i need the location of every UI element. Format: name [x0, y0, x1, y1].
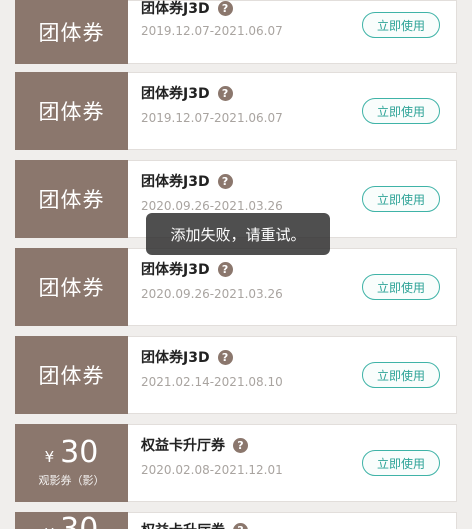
- coupon-amount: 30: [60, 512, 98, 529]
- coupon-card: 团体券 团体券J3D ? 2019.12.07-2021.06.07 立即使用: [12, 72, 457, 150]
- help-icon[interactable]: ?: [217, 85, 233, 101]
- use-now-button[interactable]: 立即使用: [362, 186, 440, 212]
- coupon-title-row: 团体券J3D ?: [141, 259, 233, 279]
- use-now-button[interactable]: 立即使用: [362, 362, 440, 388]
- coupon-type-label: 团体券: [38, 188, 105, 212]
- coupon-title-row: 团体券J3D ?: [141, 0, 233, 18]
- coupon-stub: 团体券: [12, 72, 128, 150]
- coupon-type-label: 团体券: [38, 100, 105, 124]
- coupon-stub: 团体券: [12, 248, 128, 326]
- coupon-price: ¥ 30: [45, 512, 99, 529]
- use-now-button[interactable]: 立即使用: [362, 450, 440, 476]
- coupon-title-row: 权益卡升厅券 ?: [141, 435, 248, 455]
- coupon-date-range: 2019.12.07-2021.06.07: [141, 111, 283, 125]
- coupon-card: ¥ 30 观影券（影） 权益卡升厅券 ? 2020.02.08-2021.12.…: [12, 424, 457, 502]
- coupon-date-range: 2020.09.26-2021.03.26: [141, 287, 283, 301]
- coupon-name: 团体券J3D: [141, 174, 210, 190]
- coupon-stub: ¥ 30 观影券（影）: [12, 424, 128, 502]
- coupon-card: 团体券 团体券J3D ? 2019.12.07-2021.06.07 立即使用: [12, 0, 457, 64]
- use-now-button[interactable]: 立即使用: [362, 274, 440, 300]
- coupon-stub: 团体券: [12, 160, 128, 238]
- help-icon[interactable]: ?: [233, 522, 248, 529]
- coupon-amount: 30: [60, 434, 99, 470]
- coupon-title-row: 权益卡升厅券 ?: [141, 520, 248, 529]
- coupon-list: 团体券 团体券J3D ? 2019.12.07-2021.06.07 立即使用 …: [0, 0, 472, 529]
- coupon-type-label: 团体券: [38, 21, 105, 45]
- coupon-name: 权益卡升厅券: [141, 438, 225, 454]
- coupon-date-range: 2021.02.14-2021.08.10: [141, 375, 283, 389]
- coupon-name: 团体券J3D: [141, 1, 210, 17]
- currency-symbol: ¥: [44, 447, 55, 466]
- coupon-name: 团体券J3D: [141, 86, 210, 102]
- coupon-type-label: 观影券（影）: [38, 473, 105, 487]
- coupon-type-label: 团体券: [38, 276, 105, 300]
- help-icon[interactable]: ?: [217, 261, 233, 277]
- coupon-stub: 团体券: [12, 336, 128, 414]
- coupon-card: ¥ 30 权益卡升厅券 ?: [15, 512, 457, 529]
- coupon-date-range: 2019.12.07-2021.06.07: [141, 24, 283, 38]
- coupon-type-label: 团体券: [38, 364, 105, 388]
- coupon-stub: ¥ 30: [15, 512, 128, 529]
- coupon-title-row: 团体券J3D ?: [141, 171, 233, 191]
- coupon-title-row: 团体券J3D ?: [141, 83, 233, 103]
- help-icon[interactable]: ?: [217, 173, 233, 189]
- coupon-name: 团体券J3D: [141, 262, 210, 278]
- coupon-date-range: 2020.02.08-2021.12.01: [141, 463, 283, 477]
- coupon-date-range: 2020.09.26-2021.03.26: [141, 199, 283, 213]
- coupon-name: 权益卡升厅券: [141, 520, 225, 529]
- coupon-stub: 团体券: [12, 0, 128, 64]
- error-toast: 添加失败，请重试。: [146, 213, 330, 255]
- coupon-price: ¥ 30: [45, 435, 99, 470]
- help-icon[interactable]: ?: [233, 437, 248, 453]
- coupon-card: 团体券 团体券J3D ? 2020.09.26-2021.03.26 立即使用: [12, 248, 457, 326]
- help-icon[interactable]: ?: [217, 0, 233, 16]
- help-icon[interactable]: ?: [217, 349, 233, 365]
- use-now-button[interactable]: 立即使用: [362, 12, 440, 38]
- currency-symbol: ¥: [45, 525, 55, 529]
- use-now-button[interactable]: 立即使用: [362, 98, 440, 124]
- coupon-name: 团体券J3D: [141, 350, 210, 366]
- coupon-card: 团体券 团体券J3D ? 2021.02.14-2021.08.10 立即使用: [12, 336, 457, 414]
- coupon-title-row: 团体券J3D ?: [141, 347, 233, 367]
